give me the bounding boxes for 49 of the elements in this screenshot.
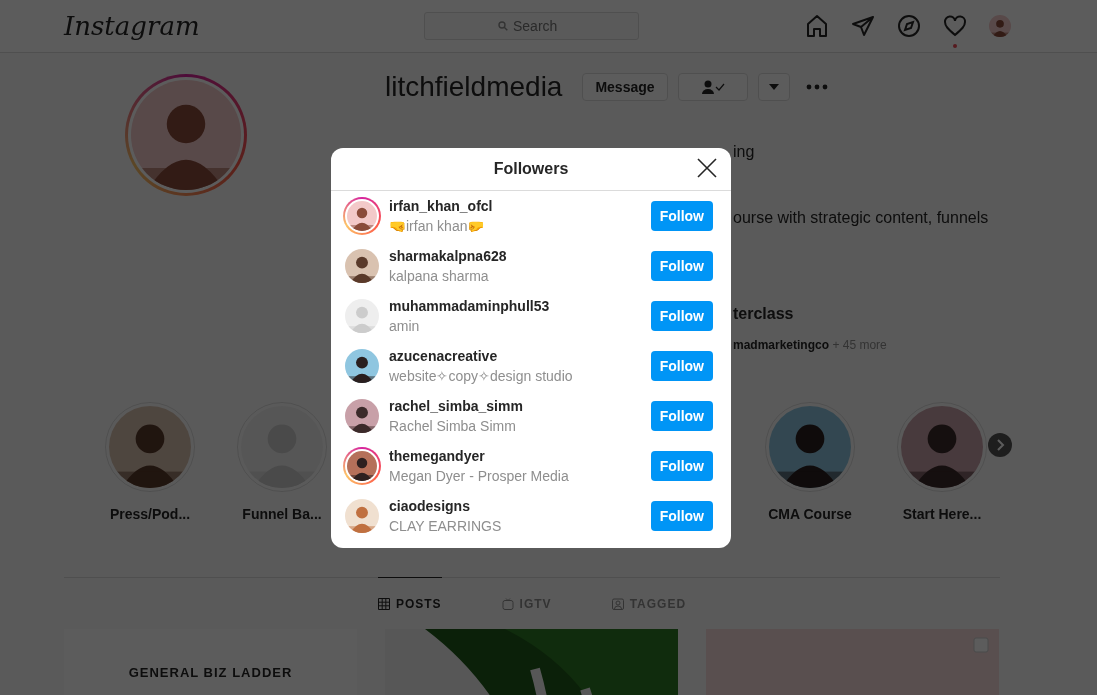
- follow-button[interactable]: Follow: [650, 451, 713, 481]
- person-check-icon: [700, 80, 725, 94]
- tagged-person-icon: [611, 597, 624, 610]
- follow-button[interactable]: Follow: [650, 201, 713, 231]
- highlight-label[interactable]: CMA Course: [768, 506, 852, 522]
- more-icon[interactable]: [805, 84, 828, 90]
- bio-heading: terclass: [733, 305, 794, 322]
- follower-name: Rachel Simba Simm: [389, 417, 517, 435]
- follow-button[interactable]: Follow: [650, 351, 713, 381]
- compass-icon[interactable]: [897, 14, 921, 38]
- message-button[interactable]: Message: [582, 73, 668, 101]
- grid-icon: [377, 597, 390, 610]
- heart-icon[interactable]: [943, 14, 967, 38]
- instagram-logo[interactable]: Instagram: [64, 11, 424, 41]
- highlight-label[interactable]: Start Here...: [902, 506, 982, 522]
- highlight-label[interactable]: Funnel Ba...: [242, 506, 322, 522]
- home-icon[interactable]: [805, 14, 829, 38]
- profile-username: litchfieldmedia: [385, 71, 563, 103]
- story-ring[interactable]: [343, 447, 381, 485]
- follower-name: website✧copy✧design studio: [389, 367, 574, 385]
- follower-username[interactable]: azucenacreative: [389, 347, 651, 365]
- dialog-title: Followers: [493, 160, 569, 178]
- follower-username[interactable]: themegandyer: [389, 447, 651, 465]
- follower-username[interactable]: ciaodesigns: [389, 497, 651, 515]
- dropdown-button[interactable]: [757, 73, 790, 101]
- follower-name: Megan Dyer - Prosper Media: [389, 467, 570, 485]
- follower-username[interactable]: sharmakalpna628: [389, 247, 651, 265]
- follow-button[interactable]: Follow: [650, 501, 713, 531]
- following-button[interactable]: [677, 73, 748, 101]
- story-ring[interactable]: [343, 197, 381, 235]
- caret-icon: [768, 84, 779, 90]
- following-count[interactable]: ing: [733, 143, 755, 160]
- follower-username[interactable]: rachel_simba_simm: [389, 397, 651, 415]
- follower-name: amin: [389, 317, 421, 335]
- close-icon: [697, 158, 717, 178]
- follow-button[interactable]: Follow: [650, 251, 713, 281]
- bio-text: ourse with strategic content, funnels: [733, 209, 989, 226]
- follow-button[interactable]: Follow: [650, 401, 713, 431]
- follow-button[interactable]: Follow: [650, 301, 713, 331]
- highlight-label[interactable]: Press/Pod...: [109, 506, 191, 522]
- tv-icon: [501, 597, 514, 610]
- follower-username[interactable]: irfan_khan_ofcl: [389, 197, 651, 215]
- close-button[interactable]: [697, 158, 717, 178]
- follower-username[interactable]: muhammadaminphull53: [389, 297, 651, 315]
- follower-name: kalpana sharma: [389, 267, 490, 285]
- follower-name: 🤜irfan khan🤛: [389, 217, 486, 235]
- follower-name: CLAY EARRINGS: [389, 517, 503, 535]
- send-icon[interactable]: [851, 14, 875, 38]
- post-title: GENERAL BIZ LADDER: [128, 665, 293, 680]
